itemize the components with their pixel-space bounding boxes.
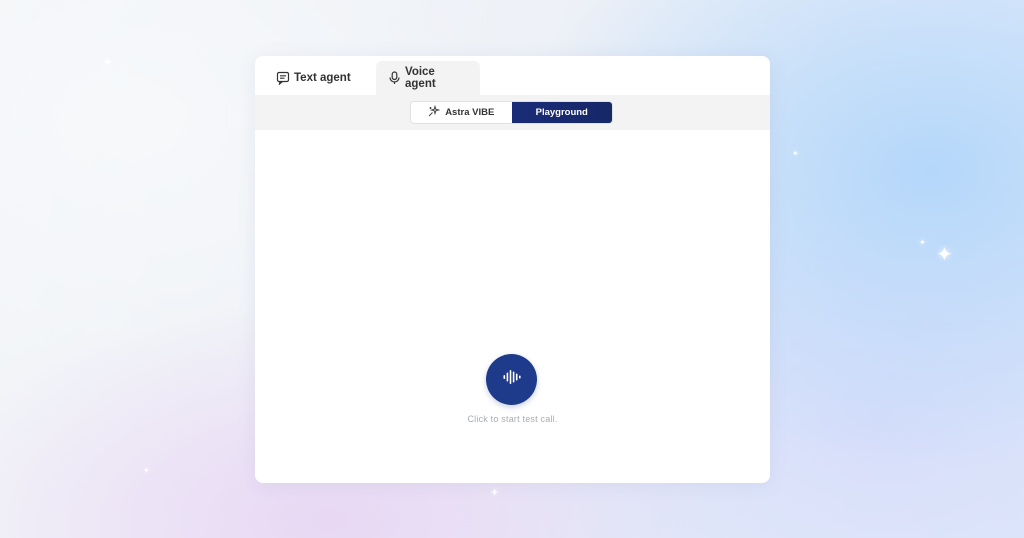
astra-vibe-button[interactable]: Astra VIBE (411, 102, 512, 123)
playground-label: Playground (535, 107, 588, 118)
playground-button[interactable]: Playground (511, 102, 612, 123)
start-call-button[interactable] (486, 354, 537, 405)
tab-text-agent[interactable]: Text agent (264, 61, 363, 95)
sparkle-icon: ✦ (919, 238, 926, 247)
sparkle-icon: ✦ (143, 466, 150, 475)
microphone-icon (388, 71, 401, 85)
sparkle-icon: ✦ (792, 149, 799, 158)
tab-voice-agent-label: Voice agent (405, 66, 436, 90)
tab-text-agent-label: Text agent (294, 72, 351, 84)
call-hint: Click to start test call. (467, 414, 558, 424)
sparkle-icon: ✦ (103, 57, 113, 69)
chat-icon (276, 71, 290, 85)
tab-voice-agent[interactable]: Voice agent (376, 61, 480, 95)
sparkles-icon (428, 104, 441, 120)
soundwave-icon (502, 368, 522, 391)
sparkle-icon: ✦ (936, 244, 953, 266)
agent-type-tabs: Text agent Voice agent (255, 56, 770, 95)
mode-bar: Astra VIBE Playground (255, 95, 770, 130)
mode-switch: Astra VIBE Playground (410, 101, 613, 124)
astra-vibe-label: Astra VIBE (445, 107, 495, 118)
call-area: Click to start test call. (255, 130, 770, 483)
agent-panel: Text agent Voice agent Astra VIBE Playgr… (255, 56, 770, 483)
sparkle-icon: ✦ (490, 487, 500, 499)
